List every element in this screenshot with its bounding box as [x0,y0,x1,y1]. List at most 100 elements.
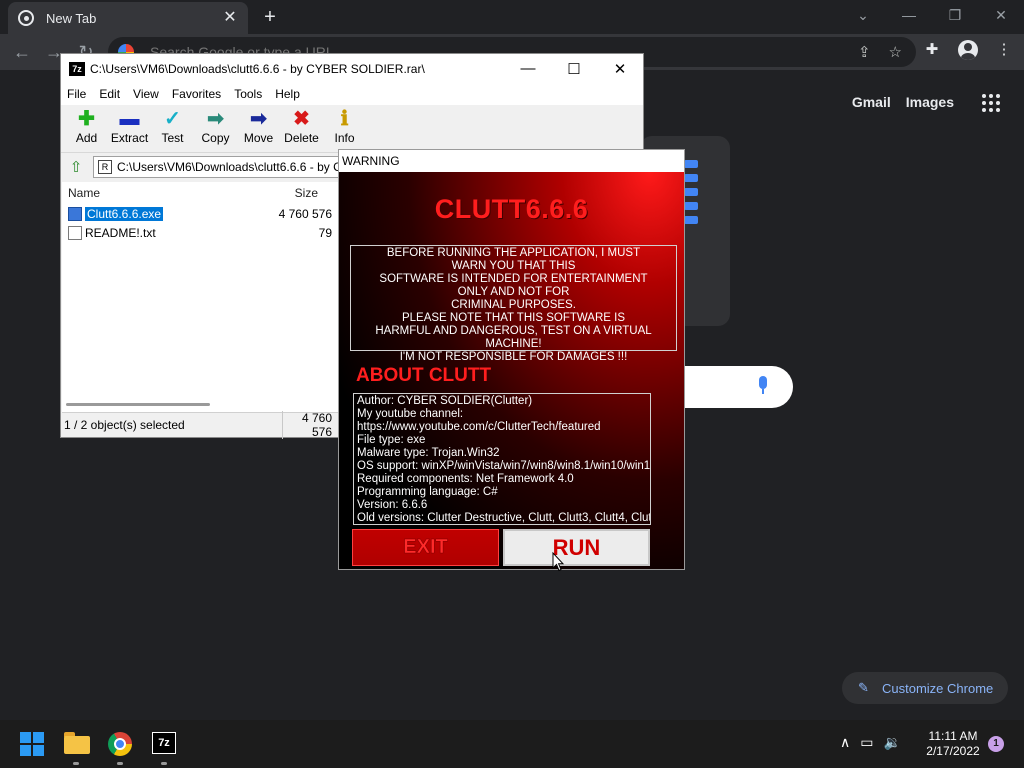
file-name: Clutt6.6.6.exe [85,206,164,221]
network-icon[interactable]: ▭ [860,734,873,751]
plus-icon: ✚ [78,108,95,130]
move-label: Move [243,131,274,145]
clock-date: 2/17/2022 [926,744,980,758]
rar-file-icon: R [98,160,112,174]
up-folder-icon[interactable]: ⇧ [65,156,87,178]
running-indicator [161,762,167,765]
column-size[interactable]: Size [222,186,318,200]
exit-label: EXIT [403,536,448,559]
images-link[interactable]: Images [906,94,954,110]
running-indicator [73,762,79,765]
menu-help[interactable]: Help [275,87,300,101]
chrome-taskbar-icon[interactable] [108,732,132,756]
7zip-menubar: File Edit View Favorites Tools Help [61,83,643,105]
notification-badge[interactable]: 1 [988,736,1004,752]
x-icon: ✖ [293,108,310,130]
info-line: File type: exe [357,434,426,446]
warning-line: WARN YOU THAT THIS [451,260,576,272]
restore-button[interactable]: ❐ [932,0,978,30]
menu-kebab-icon[interactable]: ⋮ [994,40,1014,60]
info-text-box: Author: CYBER SOLDIER(Clutter) My youtub… [353,393,651,525]
7zip-titlebar: 7z C:\Users\VM6\Downloads\clutt6.6.6 - b… [61,54,643,83]
warning-dialog: WARNING CLUTT6.6.6 BEFORE RUNNING THE AP… [338,149,685,570]
file-size: 4 760 576 [278,206,332,221]
warning-line: CRIMINAL PURPOSES. [451,299,576,311]
volume-icon[interactable]: 🔉 [883,734,900,751]
column-name[interactable]: Name [62,186,222,200]
menu-edit[interactable]: Edit [99,87,120,101]
menu-file[interactable]: File [67,87,86,101]
bookmark-star-icon[interactable]: ☆ [889,43,902,61]
customize-label: Customize Chrome [882,680,994,696]
info-button[interactable]: ℹ Info [323,105,366,152]
minimize-button[interactable]: — [886,0,932,30]
profile-icon[interactable] [958,40,978,60]
move-button[interactable]: ➡ Move [237,105,280,152]
7zip-taskbar-icon[interactable]: 7z [152,732,176,754]
copy-button[interactable]: ➡ Copy [194,105,237,152]
shortcut-favicon-icon [684,160,698,230]
run-button[interactable]: RUN [503,529,650,566]
menu-tools[interactable]: Tools [234,87,262,101]
info-line: My youtube channel: [357,408,464,420]
warning-text-box: BEFORE RUNNING THE APPLICATION, I MUST W… [350,245,677,363]
minus-icon: ▬ [119,108,140,130]
windows-start-icon[interactable] [20,732,46,756]
close-button[interactable]: ✕ [978,0,1024,30]
warning-titlebar: WARNING [339,150,684,172]
test-label: Test [161,131,184,145]
delete-button[interactable]: ✖ Delete [280,105,323,152]
clock-time: 11:11 AM [928,729,978,743]
new-tab-button[interactable]: + [258,6,282,30]
warning-line: I'M NOT RESPONSIBLE FOR DAMAGES !!! [399,351,628,363]
file-name: README!.txt [85,225,156,240]
file-explorer-icon[interactable] [64,732,90,756]
warning-line: HARMFUL AND DANGEROUS, TEST ON A VIRTUAL… [375,325,652,350]
warning-line: ONLY AND NOT FOR [457,286,570,298]
warning-line: BEFORE RUNNING THE APPLICATION, I MUST [386,247,641,259]
info-line: Version: 6.6.6 [357,499,428,511]
google-apps-icon[interactable] [982,94,1000,112]
clock[interactable]: 11:11 AM 2/17/2022 [918,729,988,759]
7zip-title: C:\Users\VM6\Downloads\clutt6.6.6 - by C… [90,61,425,76]
system-tray: ∧ ▭ 🔉 [840,734,901,751]
tab-close-icon[interactable]: ✕ [222,10,238,26]
gmail-link[interactable]: Gmail [852,94,891,110]
copy-label: Copy [201,131,230,145]
7zip-maximize-button[interactable]: ☐ [551,54,597,83]
extract-label: Extract [110,131,149,145]
check-icon: ✓ [164,108,181,130]
clutt-heading: CLUTT6.6.6 [434,194,589,224]
taskbar: 7z ∧ ▭ 🔉 11:11 AM 2/17/2022 1 [0,720,1024,768]
delete-label: Delete [284,131,319,145]
status-size: 4 760 576 [282,410,332,439]
exit-button[interactable]: EXIT [352,529,499,566]
voice-search-icon[interactable] [757,376,769,396]
info-line: Author: CYBER SOLDIER(Clutter) [357,395,533,407]
share-icon[interactable]: ⇪ [858,43,871,61]
copy-arrow-icon: ➡ [207,108,224,130]
menu-favorites[interactable]: Favorites [172,87,221,101]
add-label: Add [75,131,98,145]
7zip-minimize-button[interactable]: — [505,54,551,83]
warning-line: PLEASE NOTE THAT THIS SOFTWARE IS [401,312,625,324]
status-selection: 1 / 2 object(s) selected [64,417,185,432]
extract-button[interactable]: ▬ Extract [108,105,151,152]
customize-chrome-button[interactable]: ✎ Customize Chrome [842,672,1008,704]
info-line: Old versions: Clutter Destructive, Clutt… [357,512,651,524]
extensions-icon[interactable]: ✚ [922,40,942,60]
move-arrow-icon: ➡ [250,108,267,130]
test-button[interactable]: ✓ Test [151,105,194,152]
txt-file-icon [68,225,82,240]
menu-view[interactable]: View [133,87,159,101]
7zip-toolbar: ✚ Add ▬ Extract ✓ Test ➡ Copy ➡ Move ✖ D… [61,105,643,153]
info-label: Info [334,131,355,145]
chevron-up-icon[interactable]: ∧ [840,734,850,751]
7zip-close-button[interactable]: ✕ [597,54,643,83]
add-button[interactable]: ✚ Add [65,105,108,152]
tab-new-tab[interactable]: New Tab ✕ [8,2,248,34]
ntp-links: Gmail Images [852,94,954,110]
file-size: 79 [318,225,332,240]
tab-search-icon[interactable]: ⌄ [840,0,886,30]
back-icon[interactable]: ← [10,40,34,64]
